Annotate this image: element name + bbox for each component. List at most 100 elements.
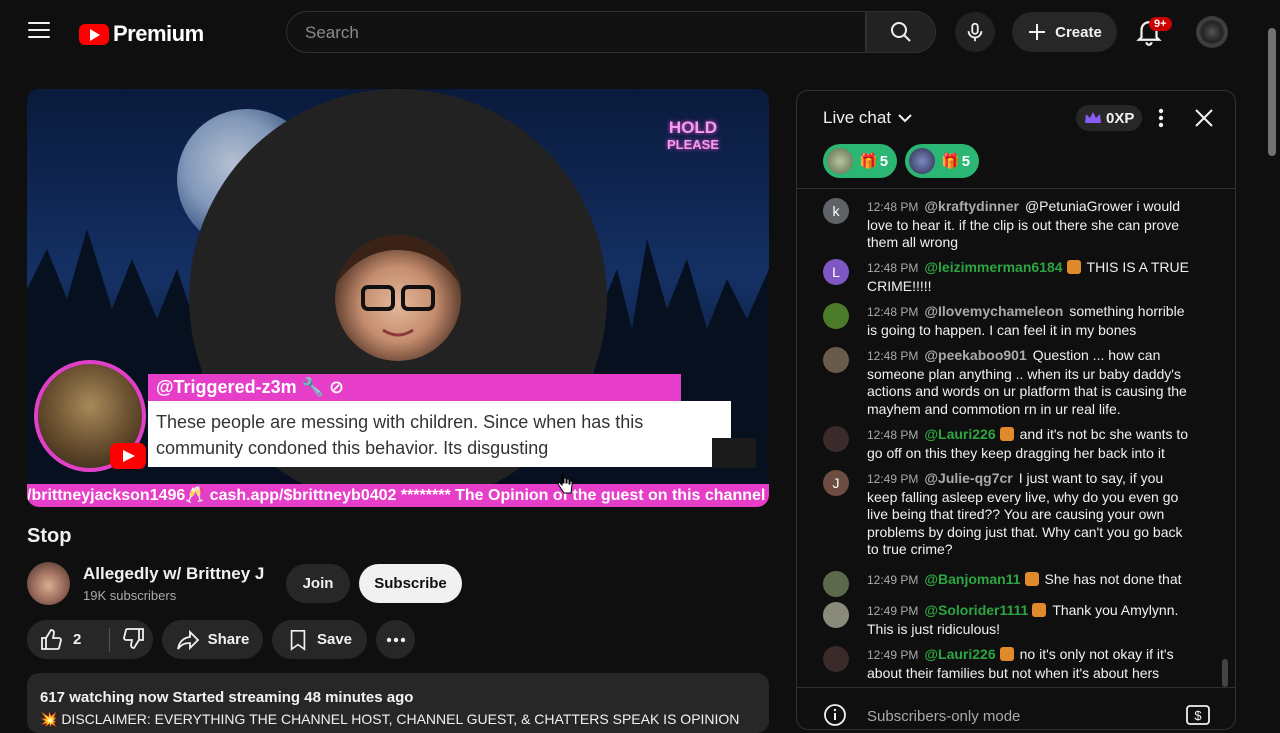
search-box[interactable] [286,11,866,54]
chat-message-body: 12:49 PM @Solorider1111 Thank you Amylynn.… [867,602,1197,638]
voice-search-button[interactable] [955,12,995,52]
chat-message-text: She has not done that [1044,571,1182,587]
chat-author-avatar[interactable] [823,347,849,373]
chat-author-name[interactable]: @kraftydinner [924,198,1019,214]
chat-timestamp: 12:48 PM [867,349,919,363]
bookmark-icon [290,629,306,651]
chat-message-body: 12:49 PM @Banjoman11 She has not done that [867,571,1197,590]
youtube-logo-icon [110,443,146,469]
super-chat-icon[interactable]: $ [1185,703,1211,727]
menu-icon[interactable] [28,22,50,42]
chat-footer: Subscribers-only mode $ [797,687,1235,729]
wrench-icon: 🔧 ⊘ [301,377,345,397]
chat-message-body: 12:49 PM @Julie-qg7cr I just want to say, … [867,470,1197,559]
chat-timestamp: 12:48 PM [867,261,919,275]
xp-badge[interactable]: 0XP [1076,105,1143,131]
crown-icon [1085,112,1101,123]
svg-text:$: $ [1194,708,1202,723]
search-icon [891,22,911,42]
gift-count: 5 [961,152,971,170]
chat-divider [797,188,1235,189]
more-actions-button[interactable] [376,620,415,659]
hand-cursor-icon [557,473,573,494]
close-icon [1195,109,1213,127]
live-chat-panel: Live chat 0XP 🎁 5 🎁 5 k 12:48 PM @kraftydi… [796,90,1236,730]
channel-name[interactable]: Allegedly w/ Brittney J [83,564,264,584]
gift-sticker[interactable]: 🎁 5 [823,144,897,178]
microphone-icon [967,22,983,42]
chat-message-body: 12:48 PM @Ilovemychameleon something horri… [867,303,1197,339]
chat-author-name[interactable]: @Lauri226 [924,426,995,442]
channel-avatar[interactable] [27,562,70,605]
chat-mode-dropdown[interactable]: Live chat [823,108,913,128]
please-text: PLEASE [667,137,720,152]
create-button[interactable]: Create [1012,12,1117,52]
gifter-avatar [909,148,935,174]
video-title: Stop [27,525,72,547]
chat-author-avatar[interactable] [823,602,849,628]
chat-author-avatar[interactable] [823,571,849,597]
gifter-avatar [827,148,853,174]
share-button[interactable]: Share [162,620,263,659]
video-player[interactable]: HOLD PLEASE @Triggered-z3m 🔧 ⊘ These peo… [27,89,769,507]
subscribe-button[interactable]: Subscribe [359,564,462,603]
chat-author-avatar[interactable]: k [823,198,849,224]
chat-scrollbar[interactable] [1222,659,1228,687]
chat-more-button[interactable] [1151,105,1171,131]
like-button[interactable]: 2 [27,628,109,652]
chat-message-body: 12:48 PM @kraftydinner @PetuniaGrower i wo… [867,198,1197,252]
search-input[interactable] [287,12,847,54]
glasses-graphic [335,235,461,337]
chat-author-avatar[interactable]: J [823,470,849,496]
member-badge-icon [999,647,1014,661]
gift-count: 5 [879,152,889,170]
chat-author-avatar[interactable] [823,303,849,329]
page-scrollbar[interactable] [1268,28,1276,156]
chevron-down-icon [898,114,912,123]
hold-text: HOLD [668,118,718,137]
chat-timestamp: 12:48 PM [867,428,919,442]
chat-author-name[interactable]: @peekaboo901 [924,347,1026,363]
featured-comment-author: @Triggered-z3m 🔧 ⊘ [148,374,681,401]
chat-author-avatar[interactable] [823,646,849,672]
member-badge-icon [1032,603,1047,617]
chat-timestamp: 12:48 PM [867,200,919,214]
member-badge-icon [1066,260,1081,274]
subscriber-count: 19K subscribers [83,588,177,603]
member-badge-icon [1024,572,1039,586]
chat-author-name[interactable]: @Julie-qg7cr [924,470,1012,486]
thumbs-down-icon [123,627,144,649]
logo-text: Premium [113,21,204,46]
info-icon [824,704,846,726]
create-label: Create [1055,23,1102,41]
save-label: Save [316,631,353,648]
share-label: Share [207,631,250,648]
chat-message-body: 12:48 PM @peekaboo901 Question ... how can… [867,347,1197,418]
chat-author-avatar[interactable]: L [823,259,849,285]
youtube-premium-logo[interactable]: Premium [79,21,204,47]
dislike-button[interactable] [110,626,146,654]
chat-author-avatar[interactable] [823,426,849,452]
chat-timestamp: 12:49 PM [867,472,919,486]
chat-timestamp: 12:49 PM [867,648,919,662]
search-button[interactable] [866,11,936,53]
thumbs-up-icon [41,628,62,650]
gift-icon: 🎁 [859,153,878,170]
featured-comment-author-name: @Triggered-z3m [156,377,297,397]
chat-author-name[interactable]: @Ilovemychameleon [924,303,1063,319]
host-avatar [335,235,461,361]
chat-author-name[interactable]: @Lauri226 [924,646,995,662]
stream-stats: 617 watching now Started streaming 48 mi… [40,689,414,706]
join-button[interactable]: Join [286,564,350,603]
gift-sticker[interactable]: 🎁 5 [905,144,979,178]
gift-icon: 🎁 [941,153,960,170]
chat-author-name[interactable]: @leizimmerman6184 [924,259,1062,275]
chat-author-name[interactable]: @Solorider1111 [924,602,1028,618]
chat-close-button[interactable] [1193,107,1215,129]
hold-please-sign: HOLD PLEASE [667,119,719,153]
comment-thumbnail [712,438,756,468]
chat-author-name[interactable]: @Banjoman11 [924,571,1020,587]
save-button[interactable]: Save [272,620,367,659]
description-box[interactable]: 617 watching now Started streaming 48 mi… [27,673,769,733]
account-avatar[interactable] [1196,16,1228,48]
